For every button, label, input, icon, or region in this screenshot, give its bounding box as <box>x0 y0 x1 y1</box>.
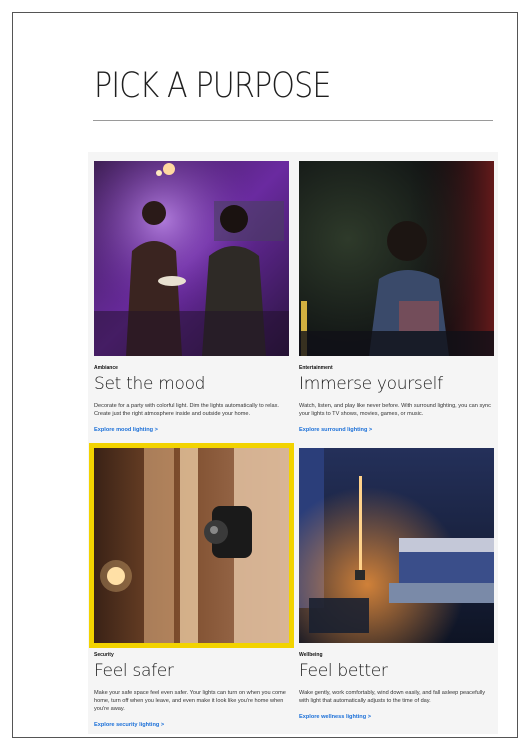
card-category: Security <box>94 652 114 658</box>
card-heading: Set the mood <box>94 374 206 394</box>
card-description: Make your safe space feel even safer. Yo… <box>94 690 286 712</box>
card-ambiance: Ambiance Set the mood Decorate for a par… <box>94 161 289 436</box>
card-description: Decorate for a party with colorful light… <box>94 403 279 417</box>
card-description: Watch, listen, and play like never befor… <box>299 403 491 417</box>
page-title: PICK A PURPOSE <box>94 66 331 106</box>
card-category: Ambiance <box>94 365 118 371</box>
entertainment-gamer-image[interactable] <box>299 161 494 356</box>
card-heading: Immerse yourself <box>299 374 443 394</box>
card-category: Entertainment <box>299 365 333 371</box>
card-security: Security Feel safer Make your safe space… <box>89 443 294 731</box>
card-category: Wellbeing <box>299 652 323 658</box>
title-divider <box>93 120 493 121</box>
card-description: Wake gently, work comfortably, wind down… <box>299 690 486 704</box>
explore-wellness-lighting-link[interactable]: Explore wellness lighting > <box>299 714 371 720</box>
explore-security-lighting-link[interactable]: Explore security lighting > <box>94 722 164 728</box>
explore-surround-lighting-link[interactable]: Explore surround lighting > <box>299 427 372 433</box>
card-heading: Feel better <box>299 661 388 681</box>
explore-mood-lighting-link[interactable]: Explore mood lighting > <box>94 427 158 433</box>
ambiance-party-image[interactable] <box>94 161 289 356</box>
card-heading: Feel safer <box>94 661 174 681</box>
card-wellbeing: Wellbeing Feel better Wake gently, work … <box>299 448 494 723</box>
card-entertainment: Entertainment Immerse yourself Watch, li… <box>299 161 494 436</box>
security-sensor-image[interactable] <box>89 443 294 648</box>
wellbeing-bedroom-image[interactable] <box>299 448 494 643</box>
